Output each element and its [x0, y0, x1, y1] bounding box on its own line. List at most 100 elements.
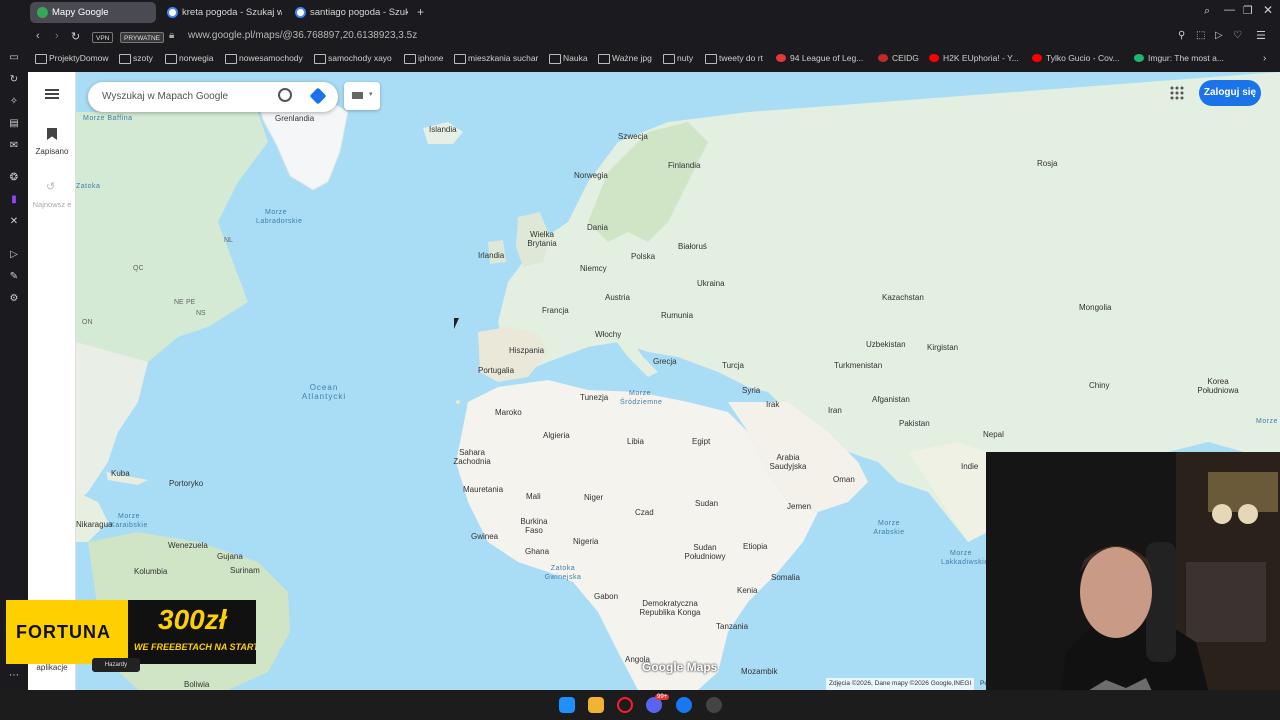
mail-icon[interactable]: ✉ [8, 140, 20, 152]
fortuna-tagline: WE FREEBETACH NA START [134, 642, 256, 652]
map-label: Etiopia [743, 542, 768, 551]
province-label: NE [174, 299, 184, 306]
tab-google-maps[interactable]: Mapy Google [30, 2, 156, 23]
google-apps-icon[interactable] [1170, 86, 1184, 100]
tab-santiago-pogoda[interactable]: santiago pogoda - Szukaj [288, 2, 408, 23]
settings-icon[interactable]: ⚙ [8, 293, 20, 305]
bookmarks-overflow-icon[interactable]: › [1263, 53, 1266, 64]
map-label: Kirgistan [927, 343, 959, 352]
url-field[interactable]: www.google.pl/maps/@36.768897,20.6138923… [188, 30, 417, 41]
messenger-icon[interactable]: ▭ [8, 52, 20, 64]
bookmark-site[interactable]: H2K EUphoria! - Y... [929, 53, 1019, 63]
input-tools-button[interactable]: ▾ [344, 82, 380, 110]
apps-label[interactable]: aplikacje [28, 663, 76, 672]
bookmark-folder[interactable]: samochody xayo [314, 53, 392, 64]
close-icon[interactable]: ✕ [1263, 3, 1273, 17]
file-explorer-icon[interactable] [588, 697, 604, 713]
bookmark-folder[interactable]: norwegia [165, 53, 214, 64]
tab-label: kreta pogoda - Szukaj w G [182, 7, 282, 18]
recent-icon[interactable]: ↺ [46, 180, 55, 193]
bookmark-folder[interactable]: tweety do rt [705, 53, 763, 64]
tab-kreta-pogoda[interactable]: kreta pogoda - Szukaj w G [160, 2, 282, 23]
map-label: Boliwia [184, 680, 210, 689]
back-icon[interactable]: ‹ [36, 30, 40, 42]
map-attribution[interactable]: Zdjęcia ©2026, Dane mapy ©2026 Google,IN… [826, 678, 975, 690]
bookmark-folder[interactable]: szoty [119, 53, 153, 64]
bookmark-icon[interactable] [47, 128, 57, 140]
map-label: Jemen [787, 502, 812, 511]
play-icon[interactable]: ▷ [1215, 30, 1223, 41]
bookmark-folder[interactable]: iphone [404, 53, 444, 64]
map-label: Gabon [594, 592, 619, 601]
bookmark-folder[interactable]: Ważne jpg [598, 53, 652, 64]
login-button[interactable]: Zaloguj się [1199, 80, 1261, 106]
bookmark-site[interactable]: Imgur: The most a... [1134, 53, 1224, 63]
twitch-icon[interactable]: ▮ [8, 194, 20, 206]
heart-icon[interactable]: ♡ [1233, 30, 1242, 41]
map-label: Sudan Południowy [684, 543, 726, 561]
chatgpt-icon[interactable]: ❂ [8, 172, 20, 184]
map-label: Grenlandia [275, 114, 315, 123]
search-input[interactable]: Wyszukaj w Mapach Google [102, 91, 228, 102]
map-label: Arabia Saudyjska [769, 453, 807, 471]
lock-icon[interactable]: 🔒︎ [169, 30, 174, 41]
more-icon[interactable]: ⋯ [8, 670, 20, 682]
maps-search-box[interactable]: Wyszukaj w Mapach Google [88, 82, 338, 112]
map-label: Surinam [230, 566, 260, 575]
bookmark-folder[interactable]: nuty [663, 53, 693, 64]
map-label: Kolumbia [134, 567, 168, 576]
search-icon[interactable] [278, 88, 292, 102]
new-tab-button[interactable]: + [417, 5, 424, 19]
maps-favicon-icon [37, 7, 48, 18]
player-icon[interactable]: ▷ [8, 249, 20, 261]
bookmark-folder[interactable]: Nauka [549, 53, 588, 64]
chevron-down-icon: ▾ [369, 91, 373, 98]
map-label: Sahara Zachodnia [453, 448, 491, 466]
map-label: Nepal [983, 430, 1004, 439]
notes-icon[interactable]: ▤ [8, 118, 20, 130]
opera-taskbar-icon[interactable] [617, 697, 633, 713]
map-label: Irak [766, 400, 780, 409]
bookmark-site[interactable]: CEIDG [878, 53, 919, 63]
bookmark-folder[interactable]: nowesamochody [225, 53, 303, 64]
chrome-icon[interactable] [706, 697, 722, 713]
snapshot-icon[interactable]: ⬚ [1196, 30, 1205, 41]
facebook-icon[interactable] [676, 697, 692, 713]
search-tabs-icon[interactable]: ⌕ [1204, 5, 1210, 18]
extensions-icon[interactable]: ✎ [8, 271, 20, 283]
history-icon[interactable]: ↻ [8, 74, 20, 86]
menu-icon[interactable]: ☰ [1256, 29, 1266, 42]
bookmark-site[interactable]: 94 League of Leg... [776, 53, 863, 63]
forward-icon[interactable]: › [55, 30, 59, 42]
keyboard-icon [352, 92, 363, 99]
map-label: Włochy [595, 330, 622, 339]
maps-menu-icon[interactable] [45, 89, 59, 99]
webcam-feed-image [986, 452, 1280, 720]
ai-icon[interactable]: ✧ [8, 96, 20, 108]
map-label: Norwegia [574, 171, 608, 180]
map-label: Ukraina [697, 279, 725, 288]
directions-icon[interactable] [309, 87, 327, 105]
map-label: Portoryko [169, 479, 204, 488]
map-label: Niger [584, 493, 604, 502]
saved-label[interactable]: Zapisano [28, 147, 76, 156]
x-icon[interactable]: ✕ [8, 216, 20, 228]
windows-start-icon[interactable] [559, 697, 575, 713]
map-label: Demokratyczna Republika Konga [639, 599, 701, 617]
pin-icon[interactable]: ⚲ [1178, 30, 1185, 41]
minimize-icon[interactable]: — [1224, 4, 1235, 16]
vpn-badge[interactable]: VPN [92, 32, 114, 43]
map-label: Syria [742, 386, 761, 395]
reload-icon[interactable]: ↻ [71, 30, 80, 43]
restore-icon[interactable]: ❐ [1243, 4, 1253, 17]
google-maps-logo: Google Maps [642, 660, 718, 674]
bookmark-site[interactable]: Tylko Gucio - Cov... [1032, 53, 1120, 63]
bookmark-folder[interactable]: ProjektyDomow [35, 53, 109, 64]
map-label: Oman [833, 475, 855, 484]
recent-label[interactable]: Najnowsz e [30, 200, 74, 209]
map-label: Niemcy [580, 264, 607, 273]
bookmark-folder[interactable]: mieszkania suchar [454, 53, 538, 64]
windows-taskbar: 99+ [0, 690, 1280, 720]
map-label: Gujana [217, 552, 243, 561]
map-label: Rumunia [661, 311, 694, 320]
